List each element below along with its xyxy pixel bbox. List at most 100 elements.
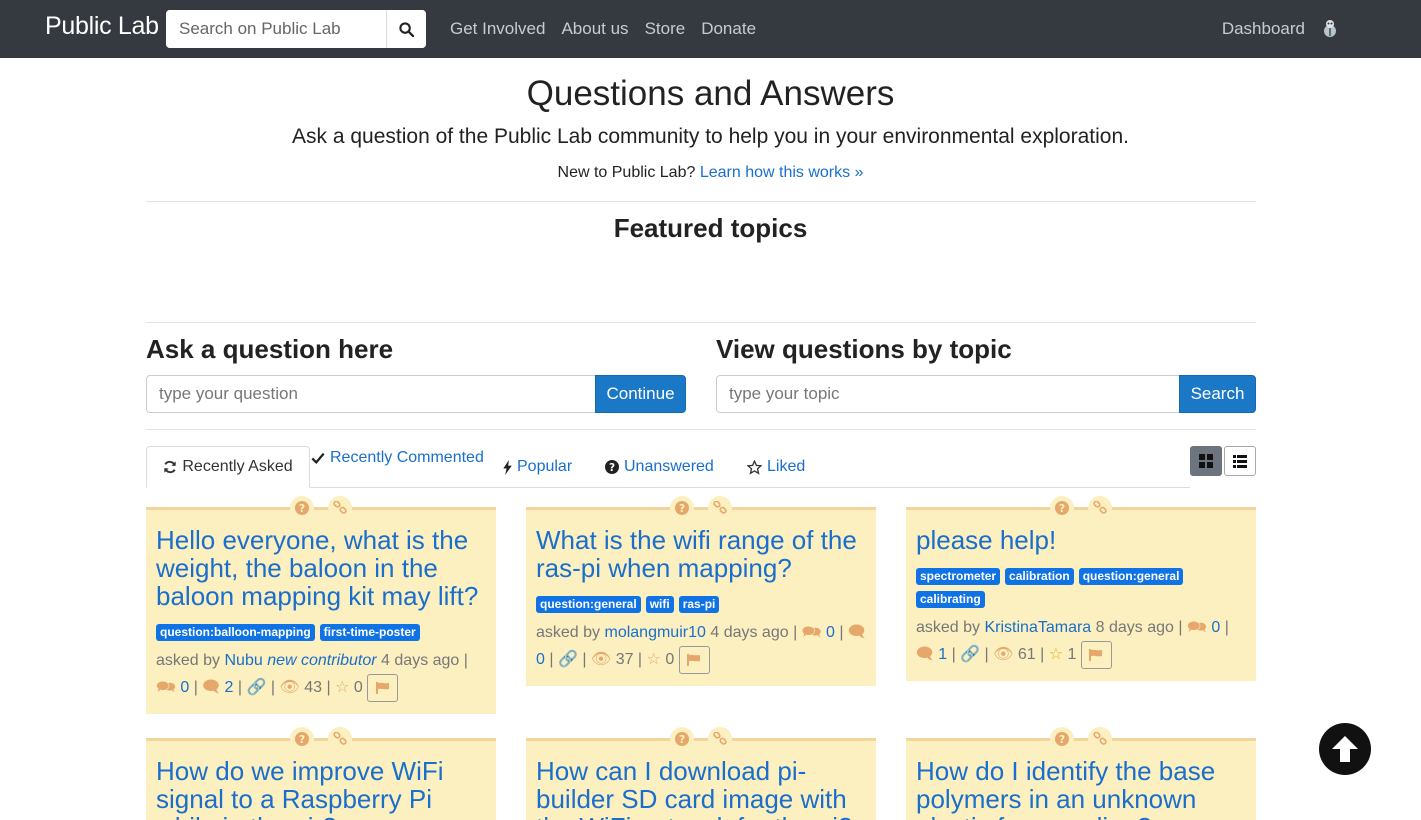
question-title[interactable]: How do I identify the base polymers in a… — [916, 757, 1246, 820]
card-hub: ? — [670, 727, 732, 751]
question-title[interactable]: How do we improve WiFi signal to a Raspb… — [156, 757, 486, 820]
nav-about-us[interactable]: About us — [561, 19, 628, 39]
flag-icon — [1089, 649, 1103, 661]
grid-view-button[interactable] — [1190, 446, 1222, 476]
nav-store[interactable]: Store — [645, 19, 686, 39]
question-circle-icon: ? — [290, 727, 314, 751]
learn-how-link[interactable]: Learn how this works » — [700, 164, 864, 181]
list-view-button[interactable] — [1224, 446, 1256, 476]
tag[interactable]: question:general — [536, 596, 641, 613]
tab-recently-asked[interactable]: Recently Asked — [146, 446, 310, 488]
nav-search-button[interactable] — [386, 10, 426, 48]
svg-text:?: ? — [1059, 503, 1065, 515]
question-circle-icon: ? — [605, 460, 619, 474]
user-avatar-icon[interactable] — [1320, 18, 1340, 38]
svg-text:?: ? — [299, 503, 305, 515]
star-icon[interactable]: ☆ — [335, 679, 349, 696]
nav-dashboard[interactable]: Dashboard — [1222, 19, 1305, 38]
flag-button[interactable] — [1080, 641, 1112, 669]
question-circle-icon: ? — [670, 496, 694, 520]
question-meta: asked by Nubu new contributor 4 days ago… — [156, 647, 486, 702]
tag[interactable]: question:general — [1078, 568, 1184, 585]
flag-button[interactable] — [367, 674, 399, 702]
answer-count[interactable]: 0 — [1211, 619, 1220, 636]
tab-label: Liked — [767, 458, 806, 475]
tab-recently-commented[interactable]: Recently Commented — [311, 449, 484, 467]
flag-icon — [687, 654, 701, 666]
ask-heading: Ask a question here — [146, 334, 394, 364]
card-hub: ? — [1050, 496, 1112, 520]
link-icon[interactable]: 🔗 — [558, 651, 578, 668]
tab-label: Unanswered — [624, 458, 714, 475]
brand-logo[interactable]: Public Lab — [45, 12, 159, 41]
tag[interactable]: question:balloon-mapping — [156, 624, 315, 641]
answer-count[interactable]: 0 — [826, 624, 835, 641]
comment-icon: 🗨 — [202, 679, 221, 697]
question-card: ? What is the wifi range of the ras-pi w… — [526, 496, 876, 686]
link-icon — [1088, 496, 1112, 520]
link-icon — [328, 496, 352, 520]
like-count: 0 — [665, 651, 675, 669]
nav-search-input[interactable] — [166, 10, 386, 48]
link-icon — [708, 496, 732, 520]
new-user-line: New to Public Lab? Learn how this works … — [0, 164, 1421, 182]
continue-button[interactable]: Continue — [595, 375, 686, 413]
question-time: 4 days ago — [710, 624, 789, 641]
question-circle-icon: ? — [290, 496, 314, 520]
tag[interactable]: calibrating — [916, 591, 985, 608]
answer-count[interactable]: 0 — [180, 679, 189, 696]
author-link[interactable]: KristinaTamara — [985, 619, 1092, 636]
view-count: 61 — [1017, 646, 1036, 664]
nav-get-involved[interactable]: Get Involved — [450, 19, 545, 39]
topic-input[interactable] — [716, 375, 1180, 413]
link-icon[interactable]: 🔗 — [960, 646, 980, 663]
tab-liked[interactable]: Liked — [747, 458, 805, 476]
link-icon — [1088, 727, 1112, 751]
tab-popular[interactable]: Popular — [503, 458, 572, 476]
back-to-top-button[interactable] — [1319, 723, 1371, 775]
question-time: 4 days ago — [381, 652, 460, 669]
question-title[interactable]: How can I download pi-builder SD card im… — [536, 757, 866, 820]
page-title: Questions and Answers — [526, 74, 895, 113]
card-hub: ? — [290, 727, 352, 751]
star-icon[interactable]: ☆ — [1049, 646, 1063, 663]
divider — [146, 429, 1256, 430]
link-icon — [708, 727, 732, 751]
nav-donate[interactable]: Donate — [701, 19, 756, 39]
tag[interactable]: wifi — [645, 596, 674, 613]
refresh-icon — [164, 460, 177, 474]
question-circle-icon: ? — [670, 727, 694, 751]
topic-search-button[interactable]: Search — [1179, 375, 1256, 413]
arrow-up-icon — [1332, 736, 1358, 762]
nav-right: Dashboard — [1222, 19, 1305, 39]
author-link[interactable]: molangmuir10 — [605, 624, 706, 641]
tag[interactable]: spectrometer — [916, 568, 1001, 585]
answers-icon: 🗪 — [801, 624, 822, 641]
comment-icon: 🗨 — [848, 624, 866, 641]
link-icon[interactable]: 🔗 — [247, 679, 267, 696]
question-circle-icon: ? — [1050, 496, 1074, 520]
comment-count[interactable]: 0 — [536, 651, 545, 668]
question-card: ? please help! spectrometer calibration … — [906, 496, 1256, 681]
tag[interactable]: first-time-poster — [319, 624, 420, 641]
svg-text:?: ? — [679, 503, 685, 515]
flag-button[interactable] — [678, 646, 710, 674]
new-user-prefix: New to Public Lab? — [557, 164, 696, 181]
comment-count[interactable]: 1 — [938, 646, 947, 663]
question-card: ? Hello everyone, what is the weight, th… — [146, 496, 496, 714]
question-title[interactable]: please help! — [916, 526, 1246, 554]
tag[interactable]: calibration — [1005, 568, 1074, 585]
search-icon — [399, 21, 414, 37]
star-icon[interactable]: ☆ — [647, 651, 661, 668]
check-icon — [311, 452, 325, 465]
comment-count[interactable]: 2 — [225, 679, 234, 696]
ask-question-input[interactable] — [146, 375, 596, 413]
card-hub: ? — [1050, 727, 1112, 751]
question-title[interactable]: What is the wifi range of the ras-pi whe… — [536, 526, 866, 582]
new-contributor-badge[interactable]: new contributor — [267, 652, 376, 669]
author-link[interactable]: Nubu — [225, 652, 263, 669]
question-time: 8 days ago — [1095, 619, 1174, 636]
tab-unanswered[interactable]: ? Unanswered — [605, 458, 714, 476]
tag[interactable]: ras-pi — [678, 596, 720, 613]
question-title[interactable]: Hello everyone, what is the weight, the … — [156, 526, 486, 610]
